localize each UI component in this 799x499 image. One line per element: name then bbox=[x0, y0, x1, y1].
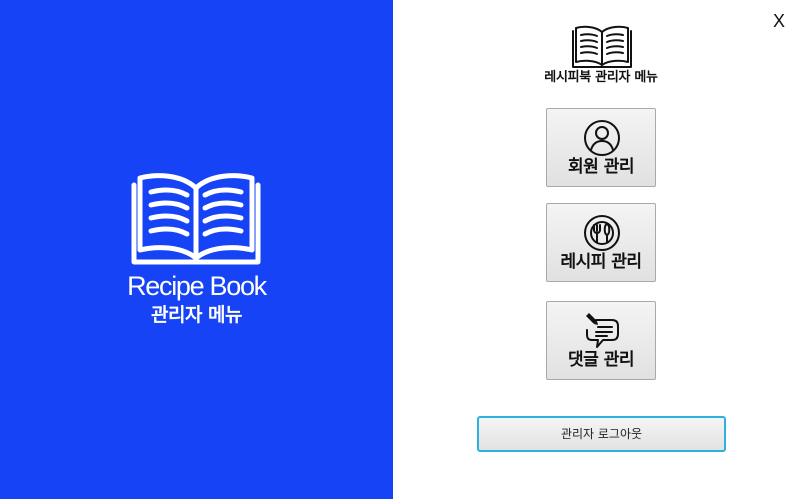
close-button[interactable]: X bbox=[770, 10, 788, 32]
recipe-management-button[interactable]: 레시피 관리 bbox=[546, 203, 656, 282]
member-management-label: 회원 관리 bbox=[568, 157, 634, 177]
admin-menu-title: 레시피북 관리자 메뉴 bbox=[544, 70, 658, 85]
open-book-icon bbox=[572, 25, 632, 68]
open-book-icon bbox=[131, 173, 261, 265]
comment-management-button[interactable]: 댓글 관리 bbox=[546, 301, 656, 380]
comment-management-label: 댓글 관리 bbox=[568, 350, 634, 370]
comment-edit-icon bbox=[586, 313, 619, 348]
utensils-plate-icon bbox=[584, 215, 620, 251]
user-circle-icon bbox=[584, 120, 620, 156]
member-management-button[interactable]: 회원 관리 bbox=[546, 108, 656, 187]
admin-logout-button[interactable]: 관리자 로그아웃 bbox=[477, 416, 726, 452]
brand-subtitle: 관리자 메뉴 bbox=[150, 304, 243, 326]
recipe-management-label: 레시피 관리 bbox=[560, 252, 642, 272]
brand-title: Recipe Book bbox=[127, 271, 267, 301]
brand-panel: Recipe Book 관리자 메뉴 bbox=[0, 0, 393, 499]
